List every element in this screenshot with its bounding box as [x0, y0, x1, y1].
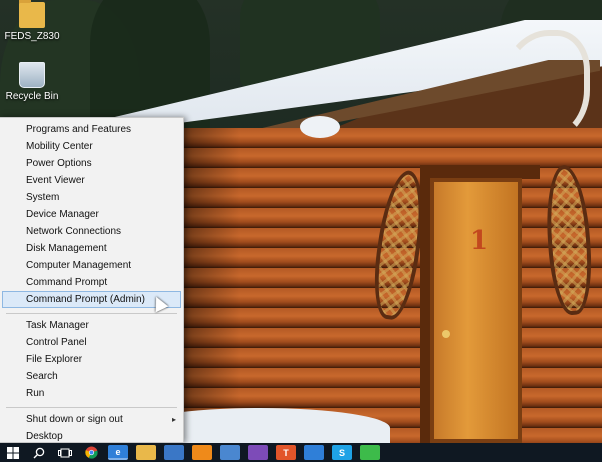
- menu-item-power-options[interactable]: Power Options: [0, 155, 183, 172]
- paint-icon[interactable]: [304, 445, 324, 460]
- door-frame-top: [420, 165, 540, 179]
- menu-item-label: System: [26, 192, 60, 203]
- store-icon[interactable]: [164, 445, 184, 460]
- menu-item-label: Run: [26, 388, 45, 399]
- chrome-icon[interactable]: [78, 443, 104, 462]
- menu-item-programs-and-features[interactable]: Programs and Features: [0, 121, 183, 138]
- menu-item-label: Network Connections: [26, 226, 122, 237]
- submenu-arrow-icon: ▸: [171, 415, 176, 424]
- desktop-icon-recycle-bin[interactable]: Recycle Bin: [0, 62, 64, 102]
- door-number: 1: [470, 226, 489, 256]
- edge-icon[interactable]: e: [108, 445, 128, 460]
- menu-item-device-manager[interactable]: Device Manager: [0, 206, 183, 223]
- desktop-icon-label: Recycle Bin: [5, 91, 59, 102]
- menu-item-label: Shut down or sign out: [26, 414, 123, 425]
- skype-icon[interactable]: S: [332, 445, 352, 460]
- menu-item-event-viewer[interactable]: Event Viewer: [0, 172, 183, 189]
- desktop-icon-feds-z830[interactable]: FEDS_Z830: [0, 0, 64, 42]
- menu-item-file-explorer[interactable]: File Explorer: [0, 351, 183, 368]
- cabin-door: 1: [430, 178, 522, 443]
- taskbar-app-letter: T: [283, 447, 289, 458]
- menu-item-label: Power Options: [26, 158, 92, 169]
- messages-icon[interactable]: [360, 445, 380, 460]
- app-t-icon[interactable]: T: [276, 445, 296, 460]
- menu-item-label: Programs and Features: [26, 124, 132, 135]
- menu-item-mobility-center[interactable]: Mobility Center: [0, 138, 183, 155]
- taskbar-app-letter: S: [338, 447, 345, 458]
- menu-item-computer-management[interactable]: Computer Management: [0, 257, 183, 274]
- menu-item-network-connections[interactable]: Network Connections: [0, 223, 183, 240]
- door-knob: [442, 330, 450, 338]
- photos-icon[interactable]: [220, 445, 240, 460]
- menu-item-control-panel[interactable]: Control Panel: [0, 334, 183, 351]
- menu-item-command-prompt[interactable]: Command Prompt: [0, 274, 183, 291]
- menu-item-label: File Explorer: [26, 354, 83, 365]
- menu-item-label: Search: [26, 371, 58, 382]
- menu-item-label: Mobility Center: [26, 141, 93, 152]
- menu-item-label: Disk Management: [26, 243, 107, 254]
- search-icon[interactable]: [26, 443, 52, 462]
- task-view-icon[interactable]: [52, 443, 78, 462]
- menu-item-task-manager[interactable]: Task Manager: [0, 317, 183, 334]
- menu-item-label: Desktop: [26, 431, 63, 442]
- menu-item-label: Control Panel: [26, 337, 87, 348]
- menu-item-label: Device Manager: [26, 209, 99, 220]
- menu-item-shut-down-or-sign-out[interactable]: Shut down or sign out ▸: [0, 411, 183, 428]
- menu-item-label: Command Prompt: [26, 277, 108, 288]
- menu-separator: [6, 407, 177, 408]
- menu-item-label: Task Manager: [26, 320, 89, 331]
- desktop-icon-label: FEDS_Z830: [4, 31, 60, 42]
- menu-item-run[interactable]: Run: [0, 385, 183, 402]
- menu-separator: [6, 313, 177, 314]
- media-player-icon[interactable]: [192, 445, 212, 460]
- menu-item-label: Computer Management: [26, 260, 132, 271]
- taskbar-app-letter: e: [115, 446, 121, 457]
- cabin-shadow: [180, 128, 240, 443]
- menu-item-label: Event Viewer: [26, 175, 85, 186]
- menu-item-disk-management[interactable]: Disk Management: [0, 240, 183, 257]
- file-explorer-icon[interactable]: [136, 445, 156, 460]
- menu-item-system[interactable]: System: [0, 189, 183, 206]
- snow-lump: [300, 116, 340, 138]
- recycle-bin-icon: [19, 62, 45, 88]
- menu-item-label: Command Prompt (Admin): [26, 294, 145, 305]
- windows-start-icon[interactable]: [0, 443, 26, 462]
- power-user-menu: Programs and Features Mobility Center Powe…: [0, 117, 184, 443]
- taskbar: eTS: [0, 443, 602, 462]
- folder-icon: [19, 0, 45, 28]
- viber-icon[interactable]: [248, 445, 268, 460]
- menu-item-search[interactable]: Search: [0, 368, 183, 385]
- antler-decoration: [500, 30, 590, 140]
